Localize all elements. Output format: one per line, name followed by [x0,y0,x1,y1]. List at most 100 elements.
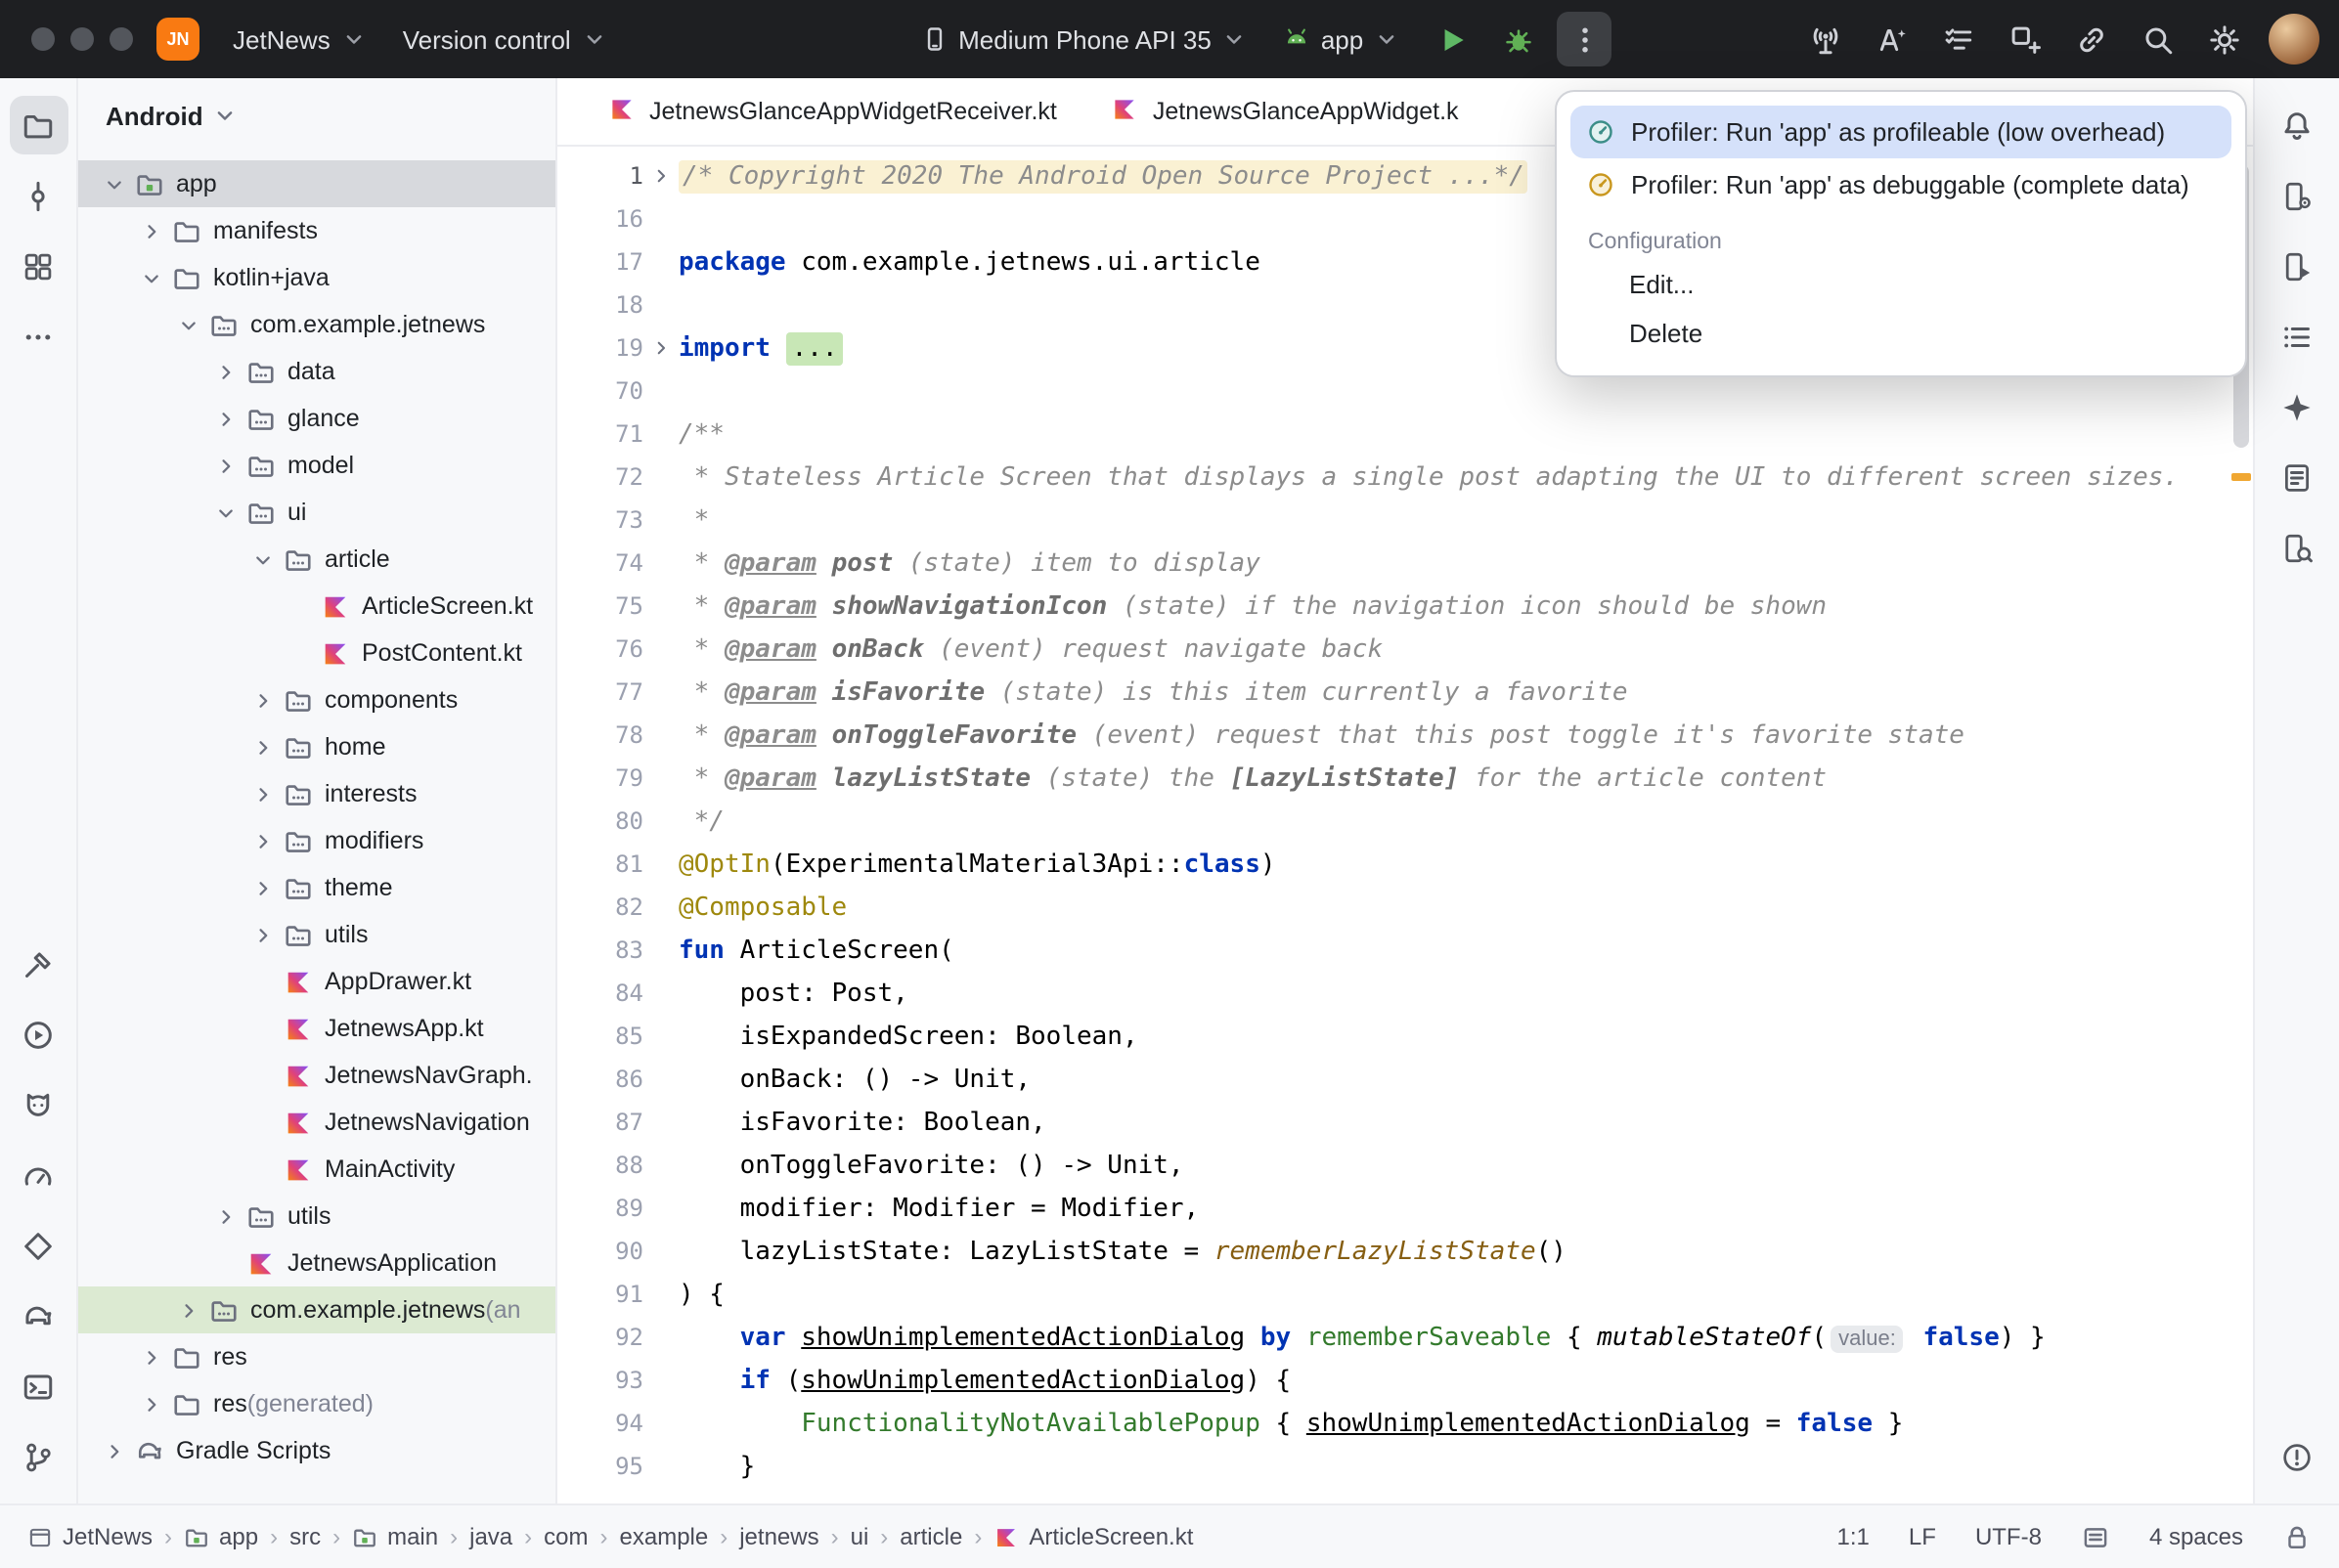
tree-item-com-example-jetnews[interactable]: com.example.jetnews [78,301,555,348]
chevron-right-icon[interactable] [172,1294,203,1326]
code-line[interactable]: 74 * @param post (state) item to display [557,542,2253,585]
share-link-button[interactable] [2063,12,2118,66]
line-number[interactable]: 77 [557,678,643,706]
line-number[interactable]: 80 [557,807,643,835]
tree-item-article[interactable]: article [78,536,555,583]
chevron-right-icon[interactable] [246,825,278,856]
code-line[interactable]: 78 * @param onToggleFavorite (event) req… [557,714,2253,757]
chevron-right-icon[interactable] [135,1388,166,1419]
line-number[interactable]: 88 [557,1152,643,1179]
code-line[interactable]: 91) { [557,1273,2253,1316]
chevron-down-icon[interactable] [209,497,241,528]
breadcrumb-com[interactable]: com [544,1523,588,1550]
breadcrumb-article[interactable]: article [900,1523,962,1550]
breadcrumb-jetnews[interactable]: jetnews [739,1523,818,1550]
tree-item-res[interactable]: res [78,1333,555,1380]
editor-tab-jetnewsglanceappwidgetreceiver-kt[interactable]: JetnewsGlanceAppWidgetReceiver.kt [581,78,1084,145]
tree-item-articlescreen-kt[interactable]: ArticleScreen.kt [78,583,555,630]
code-line[interactable]: 75 * @param showNavigationIcon (state) i… [557,585,2253,628]
line-number[interactable]: 86 [557,1066,643,1093]
breadcrumb-src[interactable]: src [289,1523,321,1550]
line-number[interactable]: 19 [557,334,643,362]
code-line[interactable]: 76 * @param onBack (event) request navig… [557,628,2253,671]
gradle-tool-icon[interactable] [9,1286,67,1345]
line-number[interactable]: 70 [557,377,643,405]
breadcrumb-app[interactable]: app [184,1523,258,1550]
reader-mode-icon[interactable] [2081,1522,2110,1551]
line-number[interactable]: 16 [557,205,643,233]
code-line[interactable]: 80 */ [557,800,2253,843]
device-streaming-button[interactable] [1797,12,1852,66]
device-manager-icon[interactable] [2268,166,2326,225]
popup-item-profiler-run-app-as-debuggable[interactable]: Profiler: Run 'app' as debuggable (compl… [1570,158,2231,211]
chevron-right-icon[interactable] [246,731,278,762]
line-number[interactable]: 85 [557,1023,643,1050]
more-tool-windows-icon[interactable] [9,307,67,366]
line-number[interactable]: 17 [557,248,643,276]
tree-item-jetnewsapplication[interactable]: JetnewsApplication [78,1240,555,1286]
line-number[interactable]: 84 [557,980,643,1007]
line-separator[interactable]: LF [1909,1523,1936,1550]
tree-item-jetnewsapp-kt[interactable]: JetnewsApp.kt [78,1005,555,1052]
tree-item-model[interactable]: model [78,442,555,489]
line-number[interactable]: 87 [557,1109,643,1136]
tree-item-kotlin-java[interactable]: kotlin+java [78,254,555,301]
breadcrumb-ui[interactable]: ui [851,1523,869,1550]
chevron-right-icon[interactable] [209,356,241,387]
tree-item-jetnewsnavigation[interactable]: JetnewsNavigation [78,1099,555,1146]
code-line[interactable]: 94 FunctionalityNotAvailablePopup { show… [557,1402,2253,1445]
window-minimize-button[interactable] [70,27,94,51]
tree-item-glance[interactable]: glance [78,395,555,442]
code-line[interactable]: 73 * [557,499,2253,542]
new-window-button[interactable] [1997,12,2052,66]
settings-button[interactable] [2196,12,2251,66]
tree-item-utils[interactable]: utils [78,1193,555,1240]
run-tool-icon[interactable] [9,1005,67,1064]
window-close-button[interactable] [31,27,55,51]
chevron-down-icon[interactable] [246,544,278,575]
tree-item-modifiers[interactable]: modifiers [78,817,555,864]
logcat-tool-icon[interactable] [9,1075,67,1134]
tree-item-postcontent-kt[interactable]: PostContent.kt [78,630,555,676]
chevron-down-icon[interactable] [135,262,166,293]
popup-action-delete[interactable]: Delete [1557,309,2245,358]
line-number[interactable]: 83 [557,936,643,964]
line-number[interactable]: 78 [557,721,643,749]
tree-item-utils[interactable]: utils [78,911,555,958]
line-number[interactable]: 93 [557,1367,643,1394]
line-number[interactable]: 95 [557,1453,643,1480]
code-line[interactable]: 92 var showUnimplementedActionDialog by … [557,1316,2253,1359]
chevron-right-icon[interactable] [246,684,278,716]
project-menu[interactable]: JetNews [215,15,385,64]
tree-item-components[interactable]: components [78,676,555,723]
problems-icon[interactable] [2268,1427,2326,1486]
fold-marker-icon[interactable] [643,164,679,188]
tree-item-manifests[interactable]: manifests [78,207,555,254]
caret-position[interactable]: 1:1 [1837,1523,1870,1550]
breadcrumb-main[interactable]: main [352,1523,438,1550]
code-line[interactable]: 72 * Stateless Article Screen that displ… [557,456,2253,499]
tree-item-data[interactable]: data [78,348,555,395]
ai-assistant-button[interactable] [1864,12,1919,66]
line-number[interactable]: 82 [557,893,643,921]
debug-button[interactable] [1490,12,1545,66]
lock-icon[interactable] [2282,1522,2312,1551]
code-line[interactable]: 77 * @param isFavorite (state) is this i… [557,671,2253,714]
line-number[interactable]: 71 [557,420,643,448]
resource-manager-icon[interactable] [9,237,67,295]
tree-item-mainactivity[interactable]: MainActivity [78,1146,555,1193]
search-button[interactable] [2130,12,2185,66]
commit-tool-icon[interactable] [9,166,67,225]
profiler-tool-icon[interactable] [9,1146,67,1204]
indent-style[interactable]: 4 spaces [2149,1523,2243,1550]
popup-action-edit[interactable]: Edit... [1557,260,2245,309]
app-quality-insights-icon[interactable] [9,1216,67,1275]
tree-item-com-example-jetnews[interactable]: com.example.jetnews (an [78,1286,555,1333]
line-number[interactable]: 75 [557,592,643,620]
chevron-right-icon[interactable] [246,778,278,809]
code-line[interactable]: 95 } [557,1445,2253,1488]
code-line[interactable]: 93 if (showUnimplementedActionDialog) { [557,1359,2253,1402]
tree-item-app[interactable]: app [78,160,555,207]
version-control-menu[interactable]: Version control [385,15,626,64]
chevron-down-icon[interactable] [98,168,129,199]
